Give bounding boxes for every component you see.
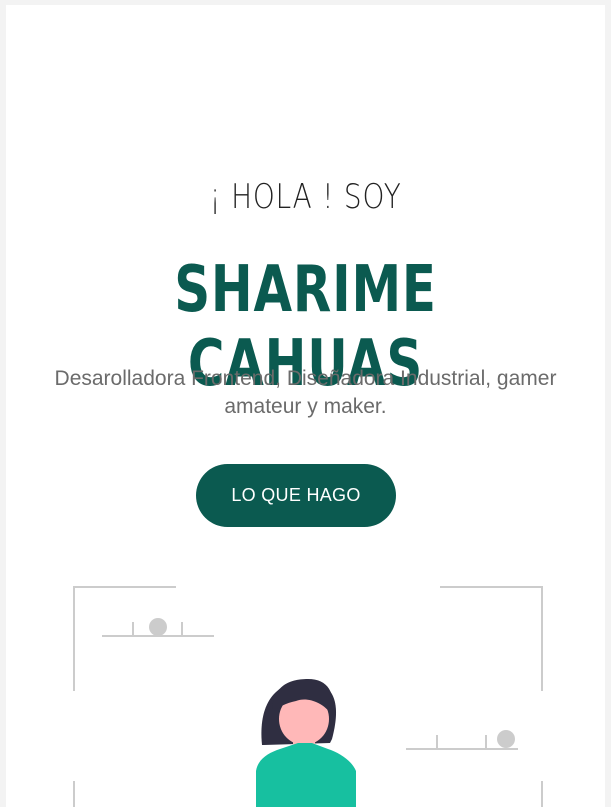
person-figure (256, 679, 356, 807)
hero-greeting: ¡ HOLA ! SOY (209, 177, 402, 217)
shelf-ball-right (497, 730, 515, 748)
hero-tagline: Desarolladora Frontend, Diseñadora Indus… (54, 367, 557, 418)
cta-button[interactable]: LO QUE HAGO (196, 464, 396, 527)
shelf-ball-left (149, 618, 167, 636)
shelf-left (102, 618, 214, 637)
shelf-right (406, 730, 518, 750)
hero-section: ¡ HOLA ! SOY SHARIME CAHUAS Desarollador… (6, 5, 605, 807)
hero-illustration (73, 586, 543, 807)
